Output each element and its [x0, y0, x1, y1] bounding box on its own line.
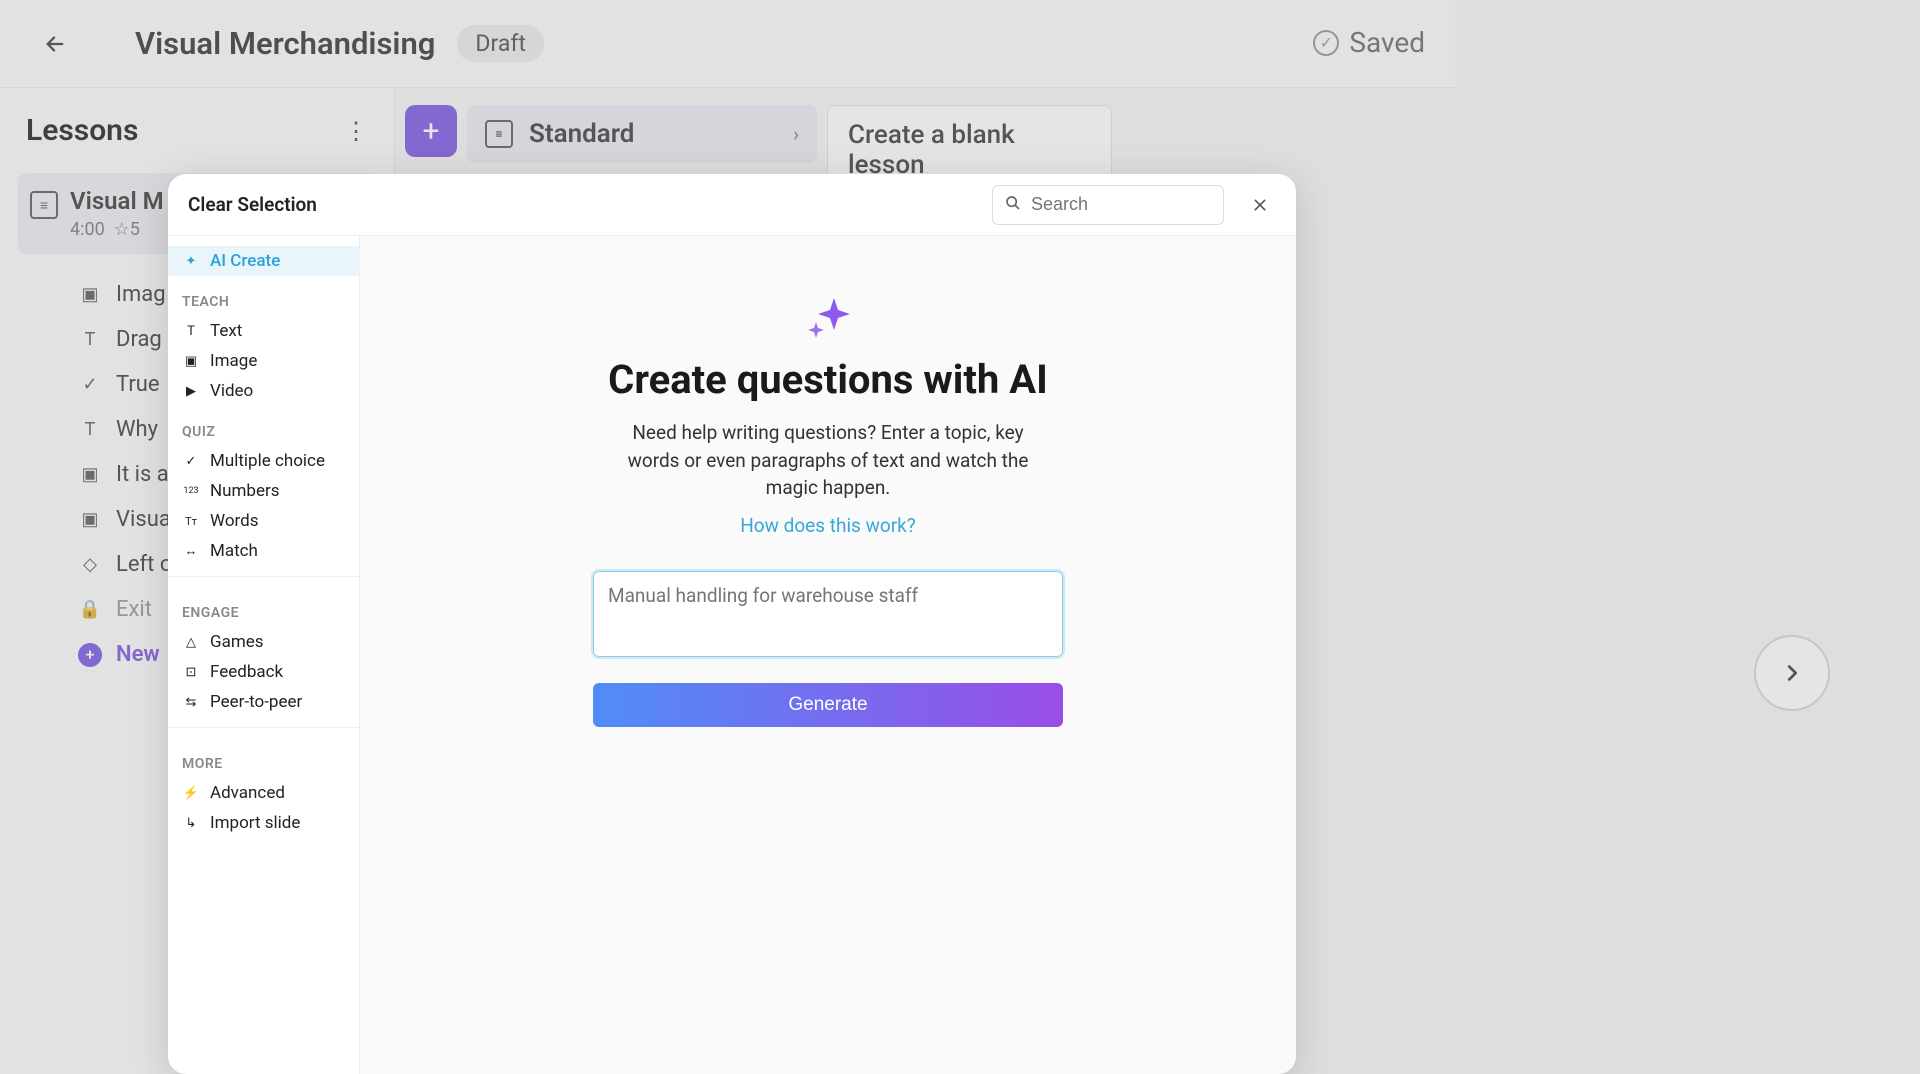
search-input[interactable] [1031, 194, 1263, 215]
create-questions-modal: Clear Selection ✦ AI Create TEACH TText … [168, 174, 1296, 1074]
image-icon: ▣ [182, 352, 200, 370]
sidebar-item-peer[interactable]: ⇆Peer-to-peer [168, 687, 359, 717]
sparkle-icon: ✦ [182, 252, 200, 270]
sidebar-item-feedback[interactable]: ⊡Feedback [168, 657, 359, 687]
feedback-icon: ⊡ [182, 663, 200, 681]
sidebar-item-games[interactable]: △Games [168, 627, 359, 657]
sidebar-heading-engage: ENGAGE [168, 587, 359, 627]
clear-selection-button[interactable]: Clear Selection [188, 193, 317, 216]
sidebar-item-advanced[interactable]: ⚡Advanced [168, 778, 359, 808]
search-field[interactable] [992, 185, 1224, 225]
ai-create-title: Create questions with AI [608, 356, 1048, 403]
sparkle-icon [800, 294, 856, 342]
sidebar-heading-more: MORE [168, 738, 359, 778]
topic-input[interactable] [593, 571, 1063, 657]
how-does-this-work-link[interactable]: How does this work? [740, 514, 916, 537]
generate-button[interactable]: Generate [593, 683, 1063, 727]
modal-sidebar: ✦ AI Create TEACH TText ▣Image ▶Video QU… [168, 236, 360, 1074]
words-icon: Tт [182, 512, 200, 530]
modal-header: Clear Selection [168, 174, 1296, 236]
sidebar-heading-teach: TEACH [168, 276, 359, 316]
sidebar-item-match[interactable]: ↔Match [168, 536, 359, 566]
play-icon: ▶ [182, 382, 200, 400]
search-icon [1005, 195, 1021, 215]
peer-icon: ⇆ [182, 693, 200, 711]
close-button[interactable] [1244, 189, 1276, 221]
ai-create-subtitle: Need help writing questions? Enter a top… [608, 419, 1048, 502]
modal-main-panel: Create questions with AI Need help writi… [360, 236, 1296, 1074]
sidebar-item-ai-create[interactable]: ✦ AI Create [168, 246, 359, 276]
sidebar-item-text[interactable]: TText [168, 316, 359, 346]
sidebar-item-words[interactable]: TтWords [168, 506, 359, 536]
sidebar-item-numbers[interactable]: 123Numbers [168, 476, 359, 506]
sidebar-item-import-slide[interactable]: ↳Import slide [168, 808, 359, 838]
import-icon: ↳ [182, 814, 200, 832]
numbers-icon: 123 [182, 482, 200, 500]
match-icon: ↔ [182, 542, 200, 560]
check-circle-icon: ✓ [182, 452, 200, 470]
sidebar-heading-quiz: QUIZ [168, 406, 359, 446]
sidebar-item-multiple-choice[interactable]: ✓Multiple choice [168, 446, 359, 476]
sidebar-item-video[interactable]: ▶Video [168, 376, 359, 406]
bolt-icon: ⚡ [182, 784, 200, 802]
text-icon: T [182, 322, 200, 340]
sidebar-item-image[interactable]: ▣Image [168, 346, 359, 376]
games-icon: △ [182, 633, 200, 651]
